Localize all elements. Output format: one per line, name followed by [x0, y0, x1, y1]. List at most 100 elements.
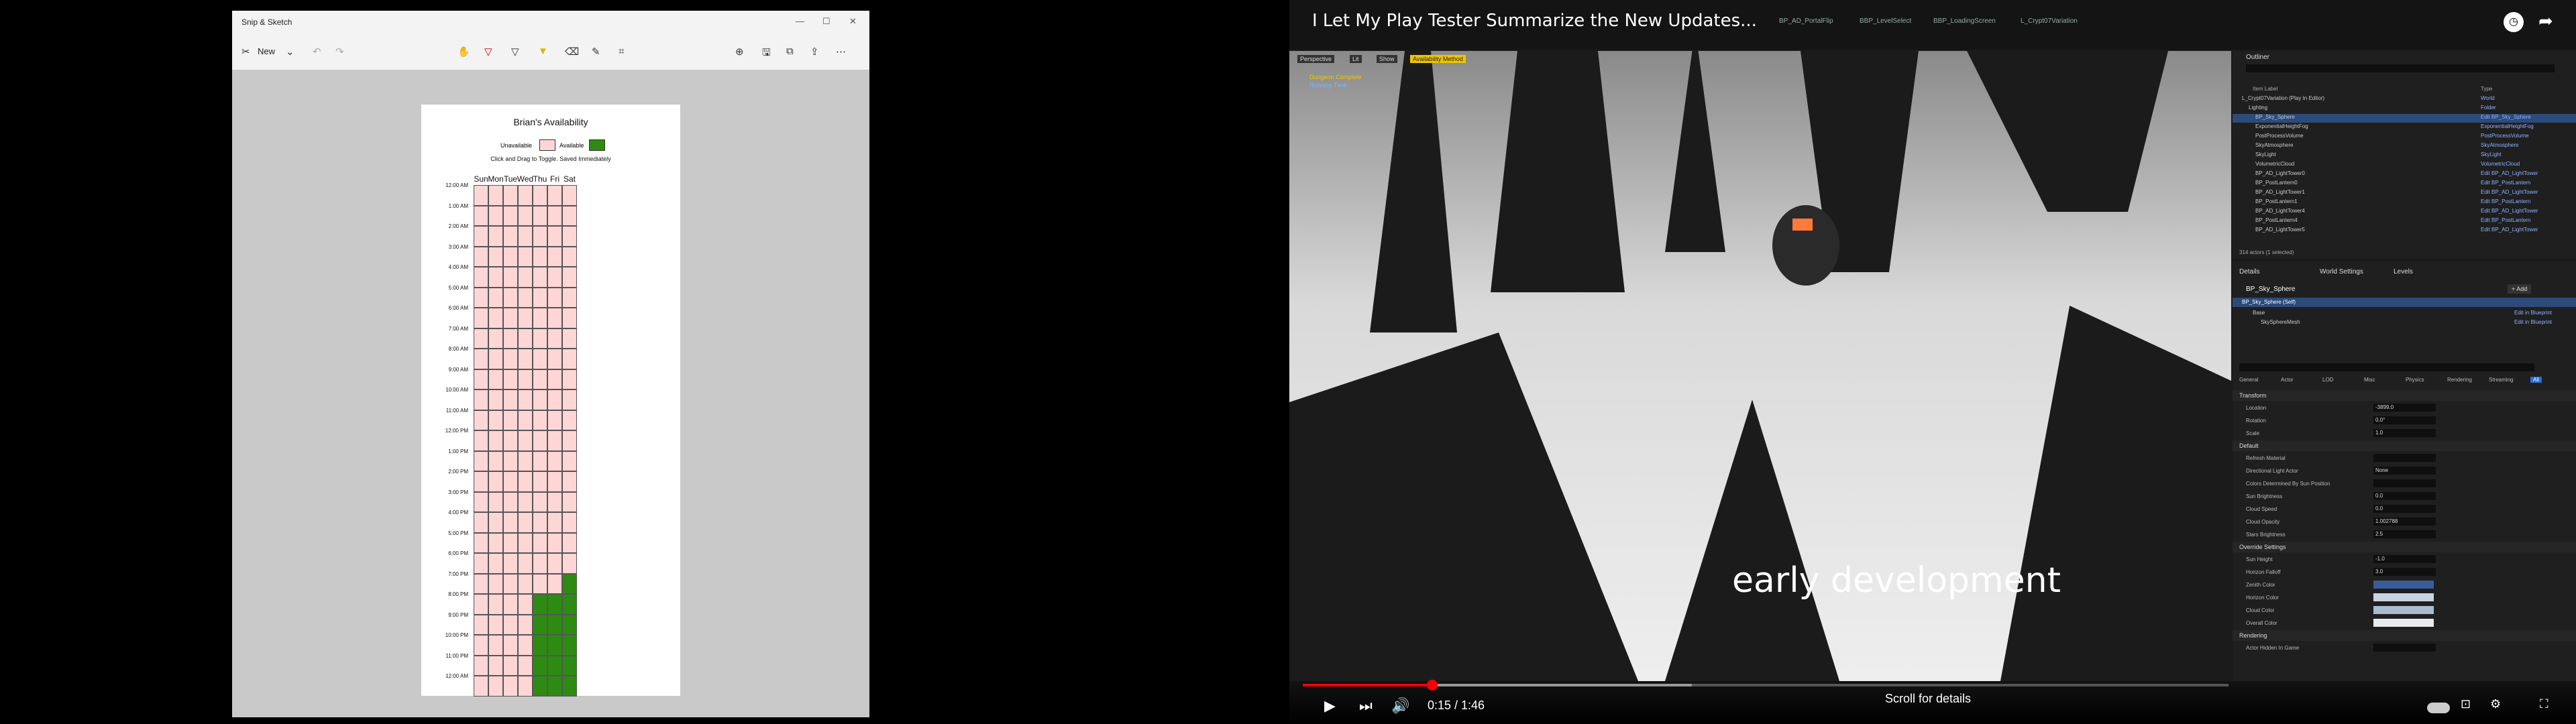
touch-writing-icon[interactable]: ✋ — [458, 46, 470, 58]
availability-cell[interactable] — [488, 430, 503, 451]
clock-icon[interactable]: ◷ — [2504, 12, 2524, 32]
level-viewport[interactable]: Perspective Lit Show Availability Method… — [1289, 51, 2231, 681]
availability-cell[interactable] — [547, 676, 562, 697]
property-value-field[interactable]: None — [2373, 467, 2436, 475]
availability-cell[interactable] — [562, 573, 577, 594]
editor-tab[interactable]: BP_AD_PortalFlip — [1779, 17, 1833, 25]
availability-cell[interactable] — [547, 491, 562, 512]
filter-tab[interactable]: LOD — [2322, 377, 2333, 383]
save-icon[interactable]: 🖫 — [762, 46, 771, 62]
editor-tab[interactable]: L_Crypt07Variation — [2021, 17, 2078, 25]
availability-cell[interactable] — [474, 491, 488, 512]
availability-cell[interactable] — [474, 328, 488, 349]
availability-cell[interactable] — [503, 410, 518, 430]
availability-cell[interactable] — [474, 369, 488, 389]
availability-cell[interactable] — [518, 614, 533, 635]
availability-cell[interactable] — [533, 532, 547, 553]
edit-in-blueprint-link[interactable]: Edit in Blueprint — [2514, 310, 2552, 316]
property-value-field[interactable] — [2373, 644, 2436, 652]
component-skyspheremesh[interactable]: SkySphereMesh — [2261, 319, 2300, 325]
availability-cell[interactable] — [518, 389, 533, 410]
color-swatch[interactable] — [2373, 593, 2434, 601]
availability-cell[interactable] — [562, 553, 577, 574]
availability-cell[interactable] — [547, 410, 562, 430]
availability-cell[interactable] — [518, 308, 533, 328]
availability-cell[interactable] — [547, 450, 562, 471]
availability-cell[interactable] — [474, 410, 488, 430]
availability-cell[interactable] — [547, 512, 562, 533]
availability-cell[interactable] — [547, 205, 562, 226]
ballpoint-pen-icon[interactable]: ▽ — [484, 46, 492, 58]
availability-cell[interactable] — [503, 287, 518, 308]
availability-cell[interactable] — [533, 491, 547, 512]
availability-cell[interactable] — [533, 185, 547, 206]
fullscreen-icon[interactable]: ⛶ — [2540, 697, 2548, 711]
availability-cell[interactable] — [562, 389, 577, 410]
availability-cell[interactable] — [547, 594, 562, 615]
availability-cell[interactable] — [503, 676, 518, 697]
availability-cell[interactable] — [533, 573, 547, 594]
availability-cell[interactable] — [503, 532, 518, 553]
availability-cell[interactable] — [474, 308, 488, 328]
availability-cell[interactable] — [518, 349, 533, 369]
outliner-row[interactable]: BP_AD_LightTower0 Edit BP_AD_LightTower — [2233, 170, 2576, 179]
availability-cell[interactable] — [547, 328, 562, 349]
availability-cell[interactable] — [533, 349, 547, 369]
close-button[interactable]: ✕ — [849, 16, 857, 27]
zoom-icon[interactable]: ⊕ — [735, 46, 744, 58]
outliner-row[interactable]: BP_PostLantern4 Edit BP_PostLantern — [2233, 217, 2576, 226]
details-search-input[interactable] — [2239, 363, 2534, 371]
availability-cell[interactable] — [533, 450, 547, 471]
availability-cell[interactable] — [533, 328, 547, 349]
outliner-row[interactable]: SkyAtmosphere SkyAtmosphere — [2233, 142, 2576, 151]
availability-cell[interactable] — [503, 553, 518, 574]
availability-cell[interactable] — [518, 287, 533, 308]
availability-cell[interactable] — [533, 655, 547, 676]
availability-cell[interactable] — [518, 410, 533, 430]
availability-cell[interactable] — [562, 676, 577, 697]
availability-cell[interactable] — [562, 328, 577, 349]
availability-cell[interactable] — [503, 614, 518, 635]
component-base[interactable]: Base — [2253, 310, 2265, 316]
undo-icon[interactable]: ↶ — [313, 46, 321, 58]
availability-cell[interactable] — [474, 655, 488, 676]
availability-cell[interactable] — [474, 246, 488, 267]
property-value-field[interactable]: 0.0 — [2373, 492, 2436, 500]
share-icon[interactable]: ➦ — [2538, 11, 2553, 32]
availability-cell[interactable] — [547, 246, 562, 267]
availability-cell[interactable] — [518, 430, 533, 451]
more-icon[interactable]: ⋯ — [836, 46, 846, 58]
availability-cell[interactable] — [562, 512, 577, 533]
availability-cell[interactable] — [488, 287, 503, 308]
availability-cell[interactable] — [562, 635, 577, 656]
availability-cell[interactable] — [488, 185, 503, 206]
component-self-row[interactable]: BP_Sky_Sphere (Self) — [2233, 298, 2576, 307]
availability-cell[interactable] — [503, 491, 518, 512]
availability-cell[interactable] — [547, 308, 562, 328]
highlighter-icon[interactable]: ▼ — [538, 46, 548, 57]
availability-cell[interactable] — [503, 635, 518, 656]
editor-tab[interactable]: BBP_LoadingScreen — [1933, 17, 1996, 25]
availability-cell[interactable] — [503, 328, 518, 349]
availability-cell[interactable] — [533, 410, 547, 430]
availability-cell[interactable] — [488, 226, 503, 247]
availability-cell[interactable] — [503, 226, 518, 247]
availability-cell[interactable] — [503, 594, 518, 615]
availability-cell[interactable] — [488, 655, 503, 676]
availability-cell[interactable] — [488, 676, 503, 697]
availability-cell[interactable] — [547, 369, 562, 389]
availability-cell[interactable] — [547, 185, 562, 206]
availability-cell[interactable] — [547, 635, 562, 656]
availability-cell[interactable] — [547, 471, 562, 492]
availability-cell[interactable] — [533, 267, 547, 288]
availability-cell[interactable] — [533, 287, 547, 308]
availability-cell[interactable] — [518, 226, 533, 247]
property-value-field[interactable]: 1.0 — [2373, 429, 2436, 437]
tab-details[interactable]: Details — [2239, 268, 2260, 276]
color-swatch[interactable] — [2373, 606, 2434, 614]
availability-cell[interactable] — [562, 185, 577, 206]
outliner-col-label[interactable]: Item Label — [2253, 86, 2277, 92]
property-value-field[interactable]: 3.0 — [2373, 568, 2436, 576]
details-section-header[interactable]: Rendering — [2233, 630, 2576, 641]
availability-cell[interactable] — [474, 594, 488, 615]
